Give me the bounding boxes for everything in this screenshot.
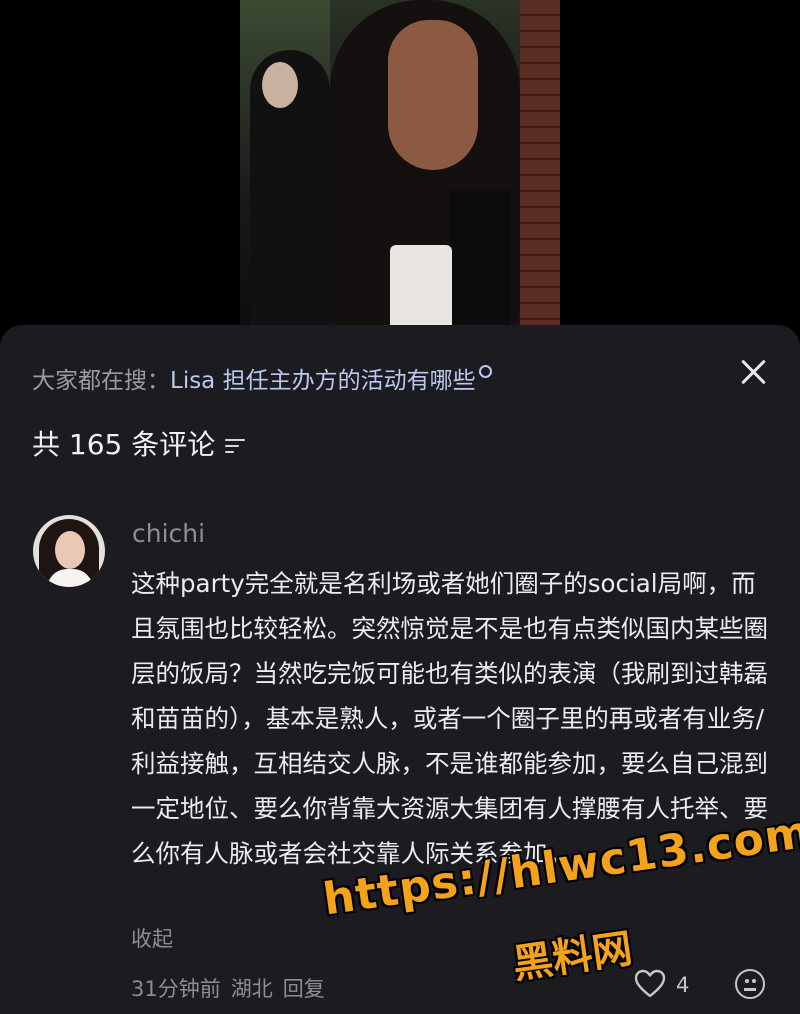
comment-time: 31分钟前 [131,977,221,1001]
search-suggestion[interactable]: 大家都在搜：Lisa 担任主办方的活动有哪些 [32,361,492,395]
avatar[interactable] [33,515,105,587]
video-area[interactable] [0,0,800,330]
comment-count-label: 共 165 条评论 [32,428,216,461]
search-keyword[interactable]: Lisa 担任主办方的活动有哪些 [170,368,476,394]
emoji-mouth [744,988,756,991]
comment-meta: 31分钟前 湖北 回复 [131,973,335,1003]
close-icon[interactable] [736,355,770,389]
emoji-icon[interactable] [735,969,765,999]
avatar-face [55,531,85,569]
heart-icon[interactable] [634,968,666,1000]
subject-face [388,20,478,170]
emoji-eye-right [752,979,756,983]
background-person-face [262,62,298,108]
search-prefix: 大家都在搜： [32,368,170,394]
like-count: 4 [676,973,690,997]
sort-icon[interactable] [225,437,246,453]
comment-location: 湖北 [230,977,273,1001]
comment-count: 共 165 条评论 [32,423,246,463]
search-icon[interactable] [478,365,492,378]
subject-shirt [390,245,452,325]
comment-username[interactable]: chichi [132,519,205,548]
collapse-button[interactable]: 收起 [131,923,173,953]
video-frame[interactable] [240,0,560,325]
reply-button[interactable]: 回复 [283,977,325,1001]
emoji-eye-left [745,979,749,983]
subject-jacket [450,190,510,325]
brick-wall [520,0,560,325]
